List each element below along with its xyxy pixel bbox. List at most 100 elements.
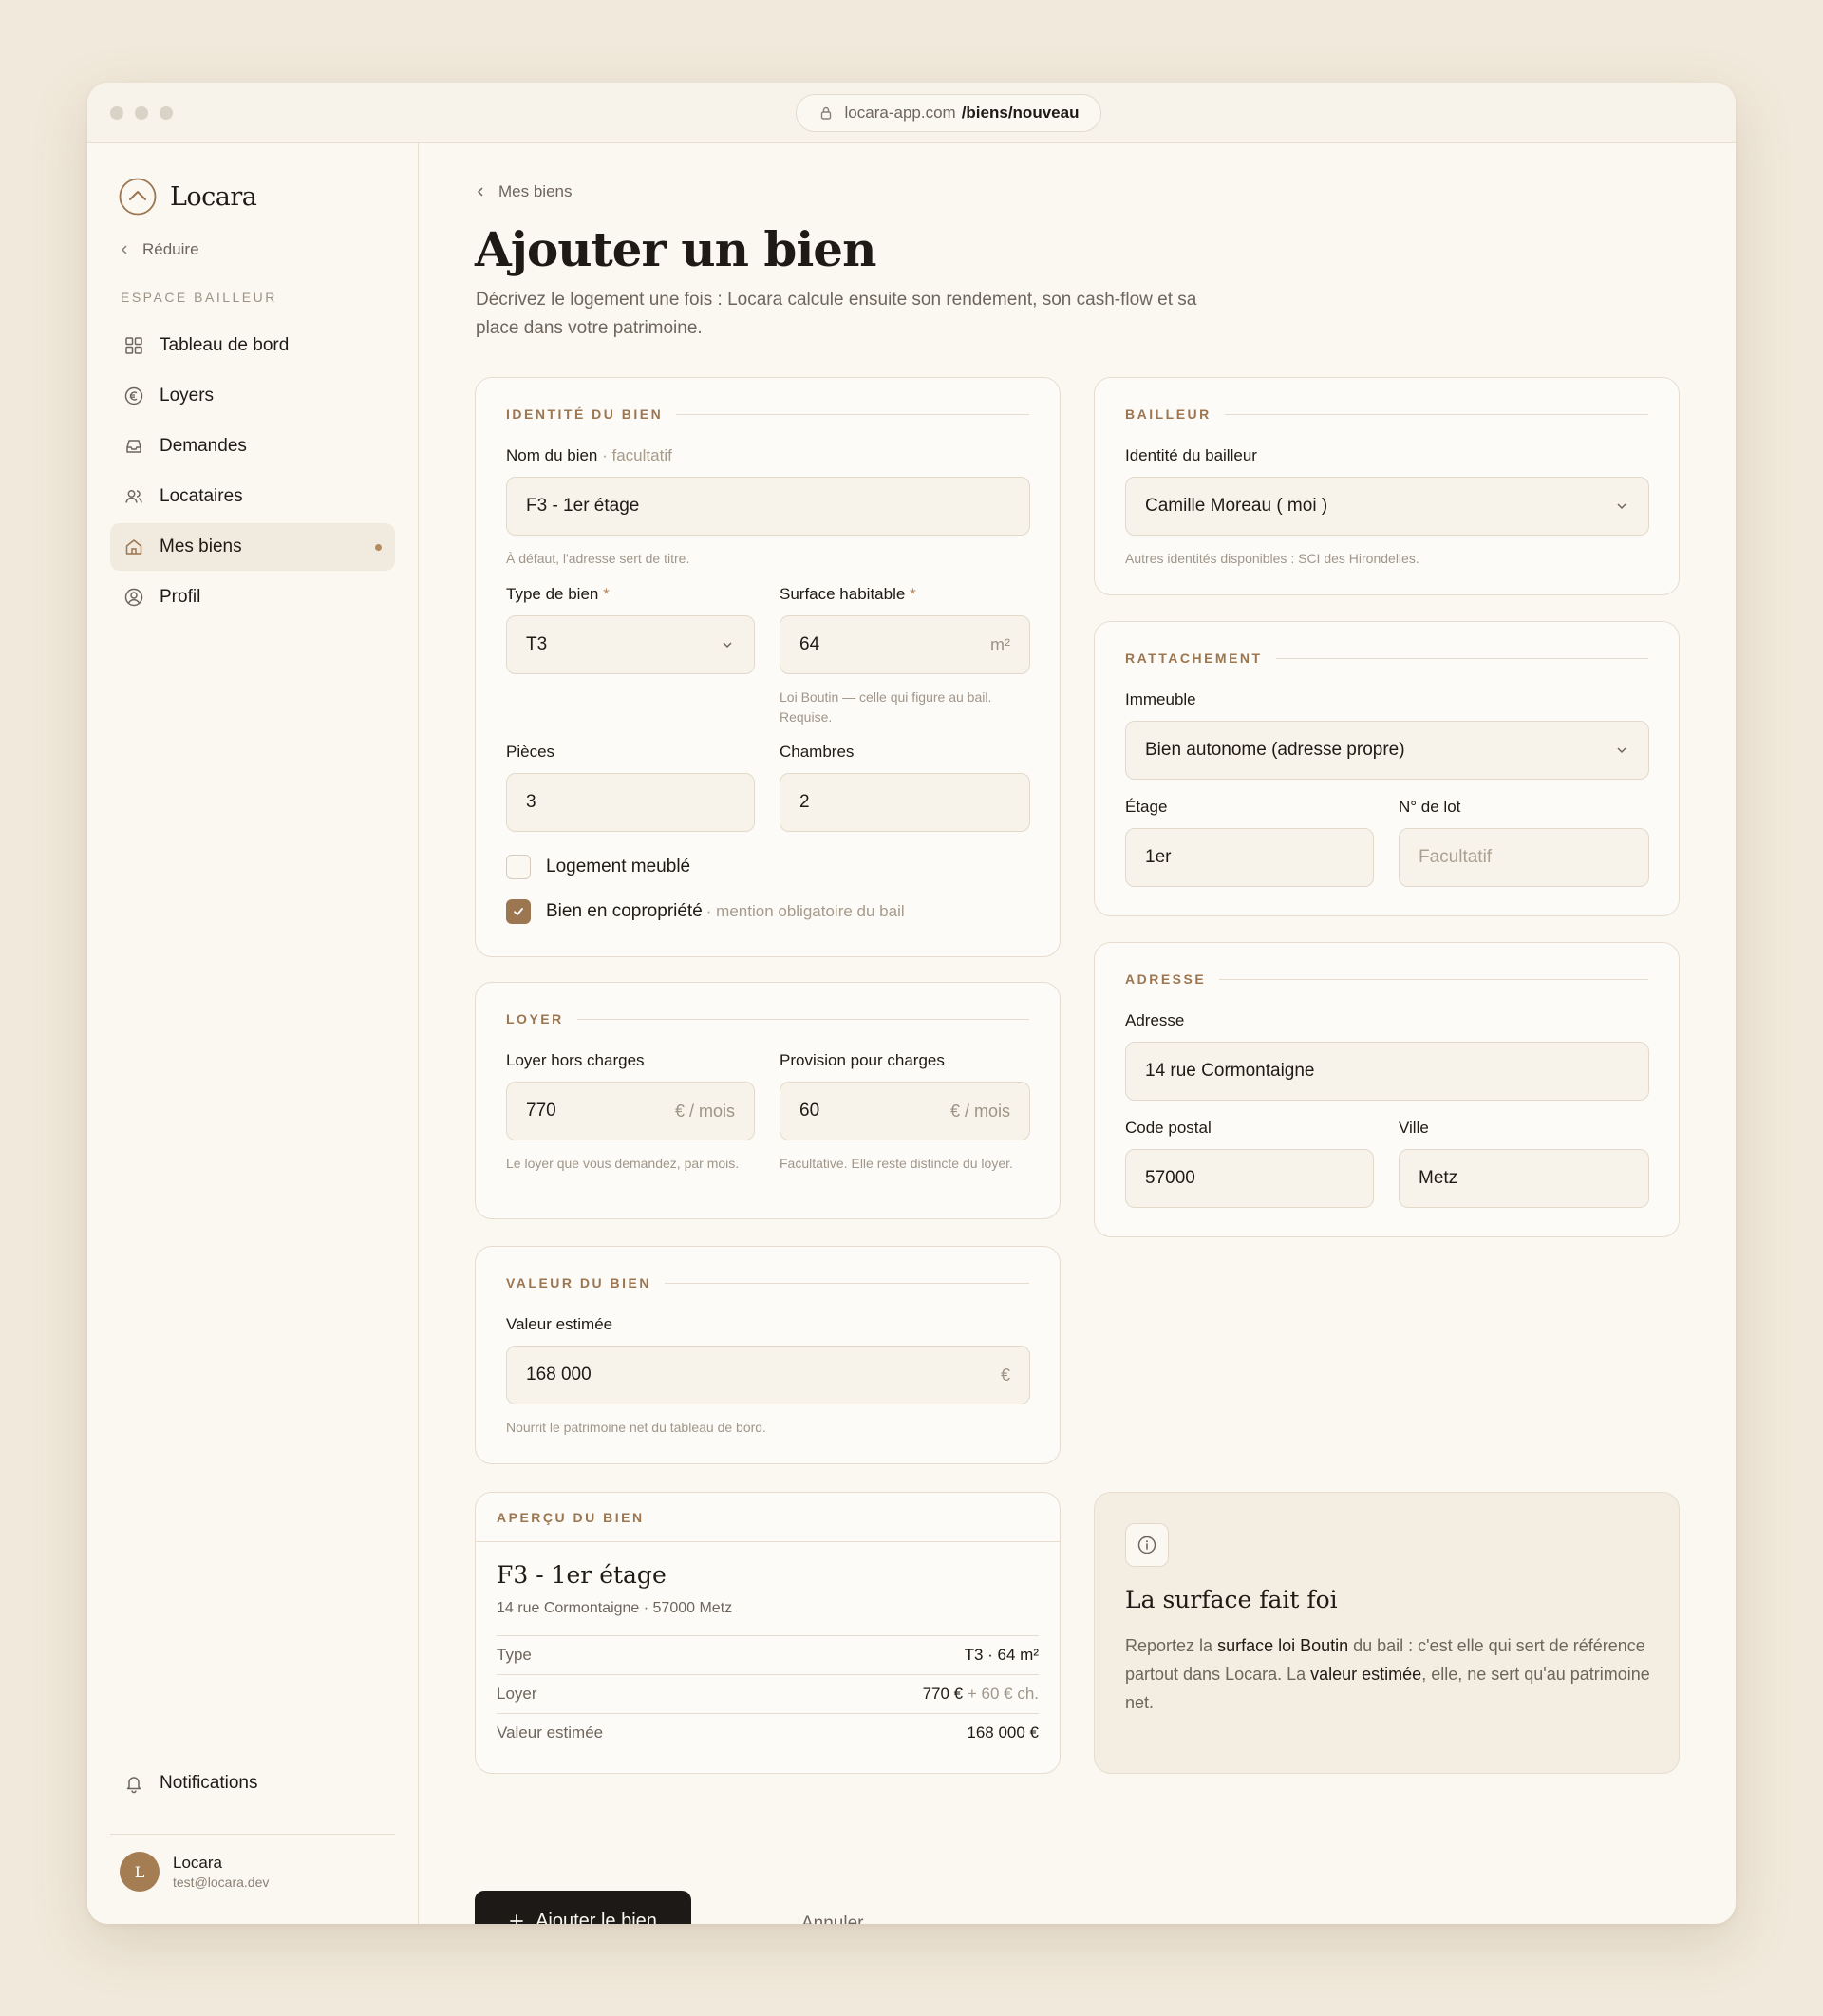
add-property-label: Ajouter le bien — [536, 1910, 657, 1925]
collapse-sidebar-button[interactable]: Réduire — [120, 240, 199, 259]
card-heading-text: RATTACHEMENT — [1125, 650, 1263, 666]
chevron-down-icon — [1617, 747, 1626, 754]
floor-input[interactable]: 1er — [1125, 828, 1374, 887]
building-select[interactable]: Bien autonome (adresse propre) — [1125, 721, 1649, 780]
sidebar-item-label: Loyers — [160, 386, 215, 405]
heading-rule — [1224, 413, 1648, 415]
property-name-input[interactable]: F3 - 1er étage — [506, 477, 1030, 536]
add-property-button[interactable]: Ajouter le bien — [475, 1891, 691, 1924]
avatar: L — [120, 1852, 160, 1892]
label-text: Nom du bien — [506, 446, 598, 464]
brand[interactable]: Locara — [119, 178, 257, 216]
active-indicator-dot — [375, 544, 382, 551]
card-heading-text: VALEUR DU BIEN — [506, 1275, 651, 1291]
estimated-value-help: Nourrit le patrimoine net du tableau de … — [506, 1420, 766, 1435]
sidebar: Locara Réduire ESPACE BAILLEUR Tableau d… — [87, 143, 419, 1924]
lot-number-label: N° de lot — [1399, 798, 1461, 816]
sidebar-item-label: Locataires — [160, 486, 243, 506]
preview-title: F3 - 1er étage — [497, 1561, 667, 1589]
info-icon-box — [1125, 1523, 1169, 1567]
chevron-left-icon — [121, 245, 127, 254]
identity-card: IDENTITÉ DU BIEN Nom du bien · facultati… — [475, 377, 1061, 957]
preview-key: Loyer — [497, 1685, 537, 1703]
sidebar-item-tableau-de-bord[interactable]: Tableau de bord — [110, 322, 395, 369]
input-value: 168 000 — [526, 1365, 592, 1385]
cancel-button[interactable]: Annuler — [801, 1913, 864, 1924]
info-emphasis: valeur estimée — [1310, 1665, 1422, 1684]
notifications-label: Notifications — [160, 1773, 258, 1793]
checkbox-box[interactable] — [506, 899, 531, 924]
brand-name: Locara — [170, 181, 257, 212]
rent-help: Le loyer que vous demandez, par mois. — [506, 1156, 740, 1171]
back-link[interactable]: Mes biens — [476, 182, 572, 201]
address-bar[interactable]: locara-app.com /biens/nouveau — [796, 94, 1101, 132]
label-text: Type de bien — [506, 585, 599, 603]
url-path: /biens/nouveau — [961, 104, 1080, 122]
address-input[interactable]: 14 rue Cormontaigne — [1125, 1042, 1649, 1101]
sidebar-item-demandes[interactable]: Demandes — [110, 423, 395, 470]
preview-card: APERÇU DU BIEN F3 - 1er étage 14 rue Cor… — [475, 1492, 1061, 1774]
preview-heading: APERÇU DU BIEN — [476, 1493, 1060, 1542]
surface-label: Surface habitable * — [780, 585, 916, 604]
input-value: 57000 — [1145, 1168, 1195, 1188]
user-name: Locara — [173, 1854, 222, 1872]
preview-row-rent: Loyer 770 € + 60 € ch. — [497, 1674, 1039, 1713]
sidebar-item-locataires[interactable]: Locataires — [110, 473, 395, 520]
user-menu[interactable]: L Locara test@locara.dev — [120, 1852, 269, 1892]
estimated-value-label: Valeur estimée — [506, 1315, 613, 1333]
city-input[interactable]: Metz — [1399, 1149, 1649, 1208]
sidebar-item-loyers[interactable]: Loyers — [110, 372, 395, 420]
sidebar-divider — [110, 1834, 395, 1835]
rooms-input[interactable]: 3 — [506, 773, 755, 832]
grid-icon — [125, 337, 142, 354]
floor-label: Étage — [1125, 798, 1168, 816]
input-value: 1er — [1145, 847, 1172, 867]
input-value: 2 — [799, 792, 810, 812]
checkbox-label: Bien en copropriété — [546, 901, 703, 921]
lot-number-input[interactable]: Facultatif — [1399, 828, 1649, 887]
info-text: Reportez la surface loi Boutin du bail :… — [1125, 1631, 1657, 1717]
unit-suffix: € / mois — [674, 1101, 735, 1121]
postal-code-input[interactable]: 57000 — [1125, 1149, 1374, 1208]
charges-help: Facultative. Elle reste distincte du loy… — [780, 1156, 1013, 1171]
preview-row-value: Valeur estimée 168 000 € — [497, 1713, 1039, 1752]
chevron-left-icon — [477, 187, 483, 197]
address-card: ADRESSE Adresse 14 rue Cormontaigne Code… — [1094, 942, 1680, 1237]
card-heading-text: ADRESSE — [1125, 971, 1207, 987]
sidebar-item-mes-biens[interactable]: Mes biens — [110, 523, 395, 571]
estimated-value-input[interactable]: 168 000 € — [506, 1346, 1030, 1404]
window-close-dot[interactable] — [110, 106, 123, 120]
heading-rule — [664, 1282, 1029, 1284]
inbox-icon — [126, 440, 141, 453]
input-value: F3 - 1er étage — [526, 496, 640, 516]
sidebar-nav: Tableau de bord Loyers Demandes Locatair… — [110, 322, 395, 624]
surface-input[interactable]: 64 m² — [780, 615, 1030, 674]
card-heading: VALEUR DU BIEN — [506, 1275, 1029, 1291]
bedrooms-input[interactable]: 2 — [780, 773, 1030, 832]
sidebar-item-profil[interactable]: Profil — [110, 574, 395, 621]
home-icon — [125, 539, 142, 555]
property-type-select[interactable]: T3 — [506, 615, 755, 674]
preview-key: Type — [497, 1646, 532, 1664]
notifications-button[interactable]: Notifications — [123, 1773, 258, 1794]
landlord-card: BAILLEUR Identité du bailleur Camille Mo… — [1094, 377, 1680, 595]
checkbox-box[interactable] — [506, 855, 531, 879]
window-minimize-dot[interactable] — [135, 106, 148, 120]
info-emphasis: surface loi Boutin — [1217, 1636, 1349, 1655]
sidebar-item-label: Mes biens — [160, 537, 242, 556]
furnished-checkbox[interactable]: Logement meublé — [506, 855, 690, 879]
property-name-label: Nom du bien · facultatif — [506, 446, 672, 465]
copropriete-checkbox[interactable]: Bien en copropriété · mention obligatoir… — [506, 899, 905, 924]
landlord-select[interactable]: Camille Moreau ( moi ) — [1125, 477, 1649, 536]
sidebar-section-label: ESPACE BAILLEUR — [121, 290, 277, 305]
chevron-down-icon — [723, 642, 732, 649]
window-controls — [110, 106, 173, 120]
sidebar-item-label: Profil — [160, 587, 201, 607]
unit-suffix: m² — [990, 634, 1010, 654]
input-value: 64 — [799, 634, 820, 654]
rent-input[interactable]: 770 € / mois — [506, 1082, 755, 1140]
attachment-card: RATTACHEMENT Immeuble Bien autonome (adr… — [1094, 621, 1680, 916]
window-maximize-dot[interactable] — [160, 106, 173, 120]
charges-input[interactable]: 60 € / mois — [780, 1082, 1030, 1140]
heading-rule — [1219, 978, 1648, 980]
